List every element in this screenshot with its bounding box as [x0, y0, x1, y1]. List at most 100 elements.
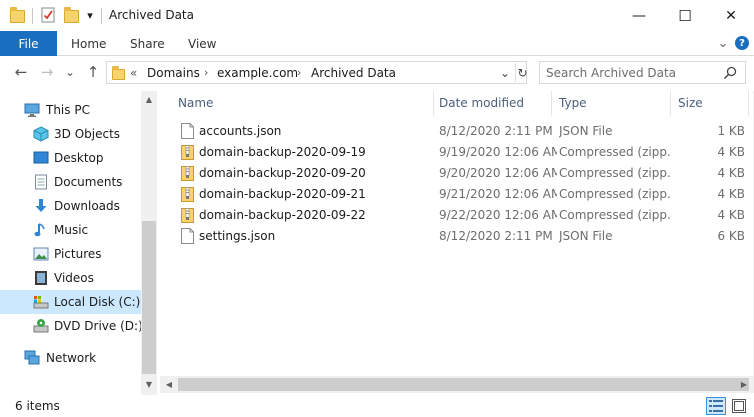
ribbon: File Home Share View ⌄ ?: [0, 31, 754, 56]
sidebar-item-network[interactable]: Network: [0, 346, 141, 370]
file-size: 1 KB: [717, 124, 745, 138]
breadcrumb-domains[interactable]: Domains: [147, 66, 200, 80]
file-size: 4 KB: [717, 208, 745, 222]
close-button[interactable]: ✕: [708, 0, 754, 31]
column-divider[interactable]: [670, 91, 671, 116]
tab-home[interactable]: Home: [71, 31, 106, 56]
sidebar-item-downloads[interactable]: Downloads: [0, 194, 141, 218]
zip-folder-icon: [181, 208, 194, 223]
sidebar-item-pictures[interactable]: Pictures: [0, 242, 141, 266]
file-name: settings.json: [199, 229, 276, 243]
column-header-name[interactable]: Name: [178, 91, 434, 115]
breadcrumb-example-com[interactable]: example.com: [217, 66, 298, 80]
search-input[interactable]: [546, 65, 716, 80]
new-folder-icon[interactable]: [63, 6, 79, 23]
scroll-down-icon[interactable]: ▼: [141, 376, 157, 392]
column-header-date[interactable]: Date modified: [439, 91, 551, 115]
file-size: 6 KB: [717, 229, 745, 243]
file-date-modified: 8/12/2020 2:11 PM: [439, 229, 553, 243]
sidebar-item-label: Network: [46, 351, 97, 365]
large-icons-view-button[interactable]: [729, 397, 749, 415]
expand-ribbon-icon[interactable]: ⌄: [716, 36, 730, 51]
breadcrumb-separator[interactable]: ›: [204, 66, 208, 79]
address-dropdown-icon[interactable]: ⌄: [498, 64, 512, 81]
help-button[interactable]: ?: [735, 36, 749, 50]
documents-icon: [35, 174, 47, 190]
file-name: domain-backup-2020-09-20: [199, 166, 366, 180]
search-box[interactable]: [539, 61, 746, 84]
breadcrumb-overflow[interactable]: «: [130, 66, 137, 80]
status-bar: 6 items: [0, 395, 754, 417]
details-view-button[interactable]: [706, 397, 726, 415]
tab-file[interactable]: File: [0, 31, 57, 56]
title-bar: ▾ Archived Data — ☐ ✕: [0, 0, 754, 31]
file-date-modified: 9/22/2020 12:06 AM: [439, 208, 557, 222]
file-date-modified: 9/21/2020 12:06 AM: [439, 187, 557, 201]
scrollbar-thumb[interactable]: [142, 221, 156, 374]
navigation-pane-scrollbar[interactable]: ▲ ▼: [141, 91, 157, 395]
sidebar-item-label: Local Disk (C:): [54, 295, 141, 309]
sidebar-item-desktop[interactable]: Desktop: [0, 146, 141, 170]
column-header-type[interactable]: Type: [559, 91, 671, 115]
file-date-modified: 8/12/2020 2:11 PM: [439, 124, 553, 138]
file-row[interactable]: domain-backup-2020-09-22 9/22/2020 12:06…: [178, 205, 746, 226]
scroll-up-icon[interactable]: ▲: [141, 91, 157, 107]
sidebar-item-this-pc[interactable]: This PC: [0, 98, 141, 122]
zip-folder-icon: [181, 187, 194, 202]
sidebar-item-dvd-drive[interactable]: DVD Drive (D:) SS: [0, 314, 141, 338]
file-type: JSON File: [559, 229, 613, 243]
folder-icon[interactable]: [9, 6, 25, 23]
sidebar-item-music[interactable]: Music: [0, 218, 141, 242]
sidebar-item-label: Music: [54, 223, 89, 237]
back-button[interactable]: ←: [11, 62, 31, 82]
address-bar[interactable]: « Domains › example.com › Archived Data …: [106, 61, 528, 84]
3d-objects-icon: [33, 126, 49, 142]
column-divider[interactable]: [433, 91, 434, 116]
search-icon[interactable]: [723, 66, 737, 80]
file-row[interactable]: domain-backup-2020-09-19 9/19/2020 12:06…: [178, 142, 746, 163]
recent-locations-button[interactable]: ⌄: [63, 62, 77, 82]
sidebar-item-3d-objects[interactable]: 3D Objects: [0, 122, 141, 146]
sidebar-item-videos[interactable]: Videos: [0, 266, 141, 290]
tab-share[interactable]: Share: [130, 31, 165, 56]
column-header-label: Date modified: [439, 96, 525, 110]
sidebar-item-local-disk[interactable]: Local Disk (C:): [0, 290, 141, 314]
column-divider[interactable]: [748, 91, 749, 116]
file-row[interactable]: settings.json 8/12/2020 2:11 PM JSON Fil…: [178, 226, 746, 247]
breadcrumb-archived-data[interactable]: Archived Data: [311, 66, 396, 80]
music-icon: [34, 223, 45, 237]
scroll-left-icon[interactable]: ◀: [161, 377, 177, 392]
file-row[interactable]: domain-backup-2020-09-21 9/21/2020 12:06…: [178, 184, 746, 205]
column-divider[interactable]: [551, 91, 552, 116]
scroll-right-icon[interactable]: ▶: [736, 377, 752, 392]
file-size: 4 KB: [717, 187, 745, 201]
videos-icon: [35, 271, 47, 285]
file-row[interactable]: accounts.json 8/12/2020 2:11 PM JSON Fil…: [178, 121, 746, 142]
network-icon: [24, 350, 40, 365]
desktop-icon: [33, 151, 49, 164]
file-name: domain-backup-2020-09-22: [199, 208, 366, 222]
quick-access-dropdown-icon[interactable]: ▾: [84, 7, 96, 23]
file-date-modified: 9/20/2020 12:06 AM: [439, 166, 557, 180]
properties-icon[interactable]: [40, 7, 56, 23]
up-button[interactable]: ↑: [83, 62, 103, 82]
column-header-size[interactable]: Size: [678, 91, 748, 115]
sidebar-item-documents[interactable]: Documents: [0, 170, 141, 194]
file-row[interactable]: domain-backup-2020-09-20 9/20/2020 12:06…: [178, 163, 746, 184]
minimize-button[interactable]: —: [616, 0, 662, 31]
column-header-label: Size: [678, 96, 703, 110]
tab-view[interactable]: View: [188, 31, 216, 56]
scrollbar-thumb[interactable]: [178, 378, 749, 391]
refresh-icon[interactable]: ↻: [515, 63, 528, 82]
horizontal-scrollbar[interactable]: ◀ ▶: [160, 376, 754, 393]
column-header-label: Type: [559, 96, 587, 110]
item-count: 6 items: [15, 399, 60, 413]
file-size: 4 KB: [717, 145, 745, 159]
maximize-button[interactable]: ☐: [662, 0, 708, 31]
navigation-pane: This PC 3D Objects Desktop Documents Dow…: [0, 91, 157, 395]
sidebar-item-label: Pictures: [54, 247, 102, 261]
zip-folder-icon: [181, 166, 194, 181]
sidebar-item-label: Desktop: [54, 151, 104, 165]
forward-button[interactable]: →: [37, 62, 57, 82]
breadcrumb-separator[interactable]: ›: [297, 66, 301, 79]
